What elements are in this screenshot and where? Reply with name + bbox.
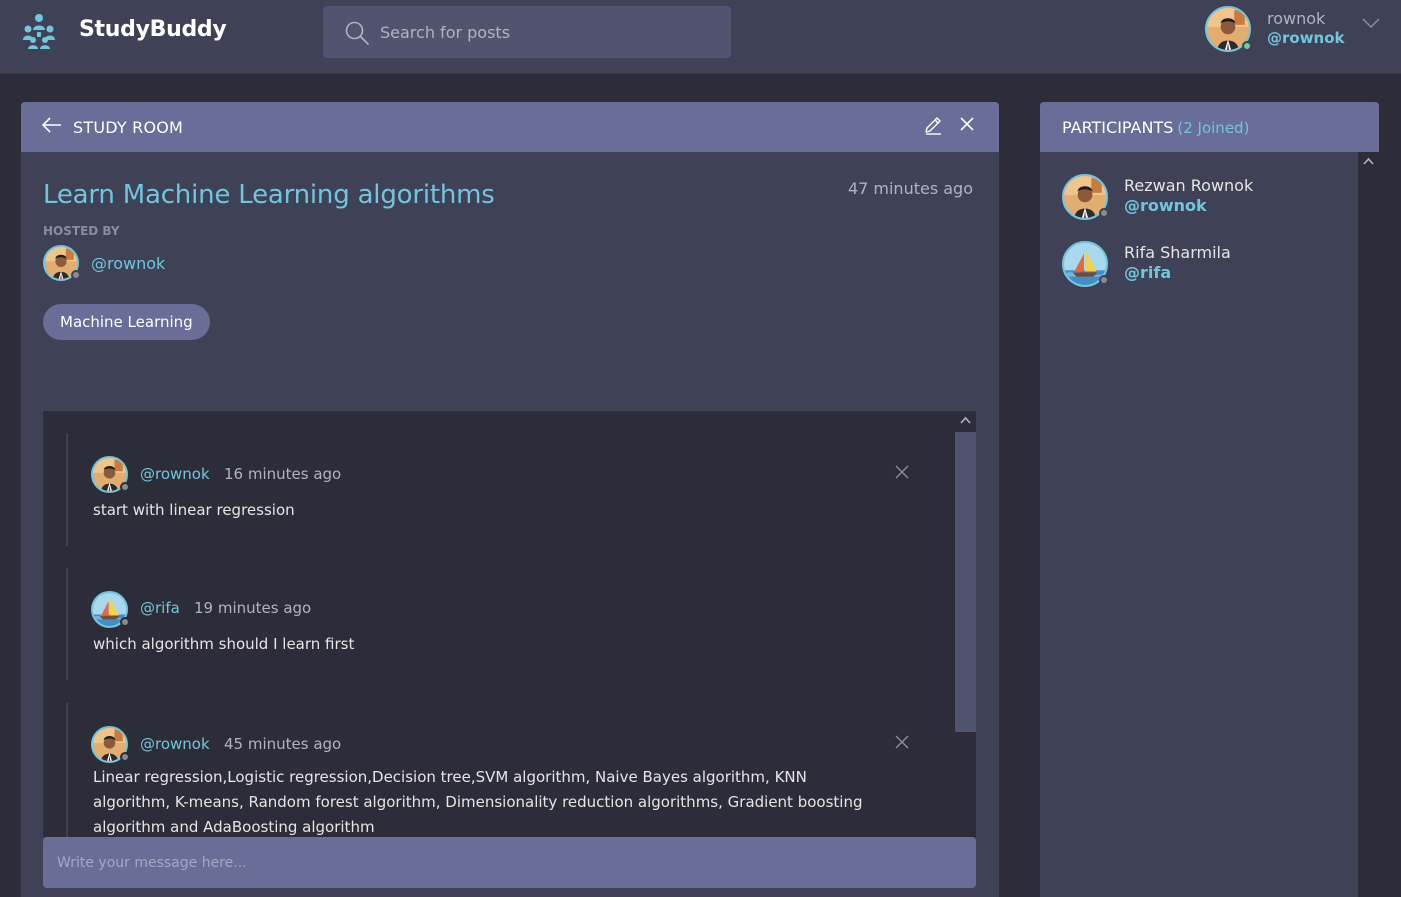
participant-handle[interactable]: @rownok <box>1124 196 1207 215</box>
room-created-time: 47 minutes ago <box>847 179 973 198</box>
close-icon[interactable] <box>959 116 975 132</box>
current-user-avatar[interactable] <box>1205 6 1252 52</box>
message-input[interactable] <box>57 837 957 888</box>
host-handle-link[interactable]: @rownok <box>91 254 165 273</box>
conversation-thread[interactable]: @rownok 16 minutes ago start with linear… <box>43 411 976 837</box>
search-input[interactable] <box>380 6 720 58</box>
study-room-panel: STUDY ROOM Learn Machine Learning algori… <box>21 102 999 897</box>
scrollbar-thumb[interactable] <box>955 432 976 732</box>
participants-scrollbar[interactable] <box>1358 152 1379 897</box>
online-status-dot <box>1242 41 1252 51</box>
participants-title-text: PARTICIPANTS <box>1062 118 1174 137</box>
message-time: 19 minutes ago <box>194 599 312 617</box>
participant-handle[interactable]: @rifa <box>1124 263 1171 282</box>
participant-avatar[interactable] <box>1062 241 1109 287</box>
message-body: Linear regression,Logistic regression,De… <box>93 768 863 836</box>
participant-name: Rezwan Rownok <box>1124 176 1254 195</box>
topic-tag[interactable]: Machine Learning <box>43 304 210 340</box>
scroll-up-arrow-icon[interactable] <box>1358 152 1379 172</box>
offline-status-dot <box>120 617 130 627</box>
participant-avatar[interactable] <box>1062 174 1109 220</box>
user-menu[interactable]: rownok @rownok <box>1205 6 1395 54</box>
participant-name: Rifa Sharmila <box>1124 243 1231 262</box>
delete-message-icon[interactable] <box>894 734 910 750</box>
participant-item[interactable]: Rifa Sharmila @rifa <box>1062 241 1342 289</box>
participants-header: PARTICIPANTS (2 Joined) <box>1040 102 1379 152</box>
studybuddy-logo-icon[interactable] <box>20 13 58 51</box>
message-author-handle[interactable]: @rifa <box>140 599 180 617</box>
message-time: 45 minutes ago <box>224 735 342 753</box>
chevron-down-icon[interactable] <box>1361 16 1381 30</box>
participants-panel: PARTICIPANTS (2 Joined) Rezwan Rownok @ro… <box>1040 102 1379 897</box>
room-title: Learn Machine Learning algorithms <box>43 180 495 210</box>
message-avatar[interactable] <box>91 456 130 493</box>
participant-item[interactable]: Rezwan Rownok @rownok <box>1062 174 1342 222</box>
hosted-by-label: HOSTED BY <box>43 224 120 238</box>
message-item: @rifa 19 minutes ago which algorithm sho… <box>66 568 906 680</box>
message-body: which algorithm should I learn first <box>93 635 355 653</box>
room-header: STUDY ROOM <box>21 102 999 152</box>
message-item: @rownok 45 minutes ago Linear regression… <box>66 703 909 837</box>
search-icon <box>345 21 369 45</box>
participants-count: (2 Joined) <box>1177 119 1250 137</box>
room-header-title: STUDY ROOM <box>73 118 184 137</box>
offline-status-dot <box>71 270 81 280</box>
offline-status-dot <box>120 482 130 492</box>
participants-title: PARTICIPANTS (2 Joined) <box>1062 118 1249 137</box>
message-avatar[interactable] <box>91 726 130 763</box>
delete-message-icon[interactable] <box>894 464 910 480</box>
offline-status-dot <box>1099 275 1109 285</box>
offline-status-dot <box>1099 208 1109 218</box>
top-navbar: StudyBuddy rownok @rownok <box>0 0 1401 74</box>
host-avatar[interactable] <box>43 245 81 281</box>
arrow-left-icon[interactable] <box>41 115 63 135</box>
search-bar[interactable] <box>323 6 731 58</box>
scroll-up-arrow-icon[interactable] <box>955 411 976 431</box>
message-composer[interactable] <box>43 837 976 888</box>
message-time: 16 minutes ago <box>224 465 342 483</box>
message-body: start with linear regression <box>93 501 295 519</box>
message-author-handle[interactable]: @rownok <box>140 465 210 483</box>
message-item: @rownok 16 minutes ago start with linear… <box>66 433 909 546</box>
current-user-name: rownok <box>1267 9 1326 28</box>
offline-status-dot <box>120 752 130 762</box>
message-avatar[interactable] <box>91 591 130 628</box>
brand-name[interactable]: StudyBuddy <box>79 17 227 42</box>
message-author-handle[interactable]: @rownok <box>140 735 210 753</box>
current-user-handle: @rownok <box>1267 29 1345 47</box>
edit-pencil-icon[interactable] <box>923 115 943 135</box>
